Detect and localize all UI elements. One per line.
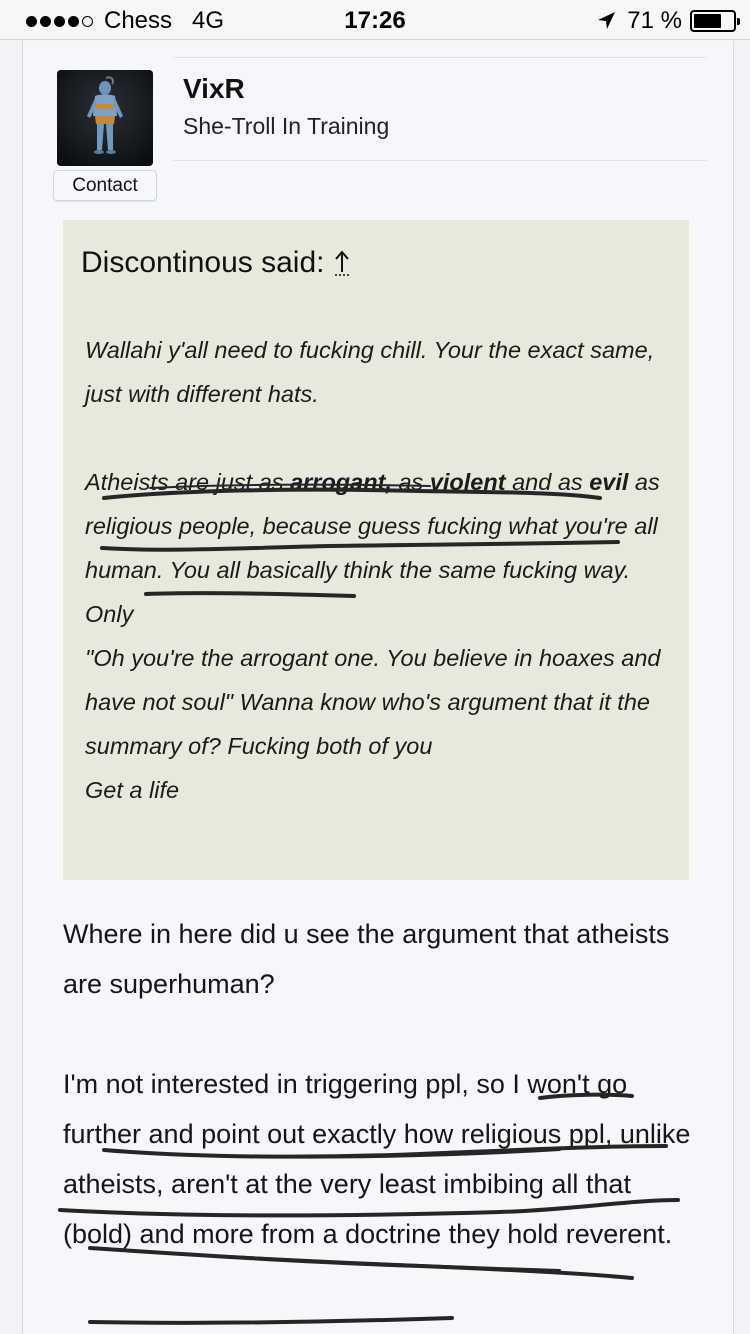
battery-icon bbox=[690, 10, 740, 32]
quote-paragraph-4: Get a life bbox=[85, 777, 180, 803]
quote-header: Discontinous said: bbox=[81, 246, 352, 280]
quote-text: and as bbox=[505, 469, 590, 495]
quote-bold-text: violent bbox=[429, 469, 506, 495]
header-divider-top bbox=[173, 57, 707, 58]
username[interactable]: VixR bbox=[183, 73, 245, 105]
location-arrow-icon bbox=[598, 12, 616, 29]
battery-percent: 71 % bbox=[627, 7, 682, 34]
battery-fill bbox=[694, 14, 721, 28]
forum-post: Contact VixR She-Troll In Training Disco… bbox=[22, 41, 734, 1334]
quote-paragraph-1: Wallahi y'all need to fucking chill. You… bbox=[85, 337, 655, 407]
status-bar: Chess 4G 17:26 71 % bbox=[0, 0, 750, 40]
quote-text: Atheists are just as bbox=[85, 469, 291, 495]
quote-bold-text: arrogant, bbox=[290, 469, 392, 495]
troll-figure-avatar-image bbox=[57, 70, 153, 166]
reply-paragraph-1: Where in here did u see the argument tha… bbox=[63, 919, 670, 999]
status-right: 71 % bbox=[595, 7, 740, 35]
reply-paragraph-2: I'm not interested in triggering ppl, so… bbox=[63, 1069, 691, 1249]
quote-spacer bbox=[85, 416, 675, 460]
reply-body: Where in here did u see the argument tha… bbox=[63, 909, 703, 1259]
quote-author: Discontinous said: bbox=[81, 246, 325, 279]
reply-spacer bbox=[63, 1009, 703, 1059]
quote-block: Discontinous said: Wallahi y'all need to… bbox=[63, 220, 689, 880]
quote-paragraph-3: "Oh you're the arrogant one. You believe… bbox=[85, 645, 661, 759]
user-title: She-Troll In Training bbox=[183, 113, 390, 139]
avatar[interactable] bbox=[57, 70, 153, 166]
quote-bold-text: evil bbox=[589, 469, 629, 495]
quote-paragraph-2: Atheists are just as arrogant, as violen… bbox=[85, 460, 675, 636]
quote-body: Wallahi y'all need to fucking chill. You… bbox=[85, 328, 675, 812]
contact-button[interactable]: Contact bbox=[53, 170, 157, 201]
header-divider-bottom bbox=[173, 160, 707, 161]
up-arrow-icon[interactable] bbox=[332, 248, 352, 278]
quote-text: as bbox=[391, 469, 430, 495]
